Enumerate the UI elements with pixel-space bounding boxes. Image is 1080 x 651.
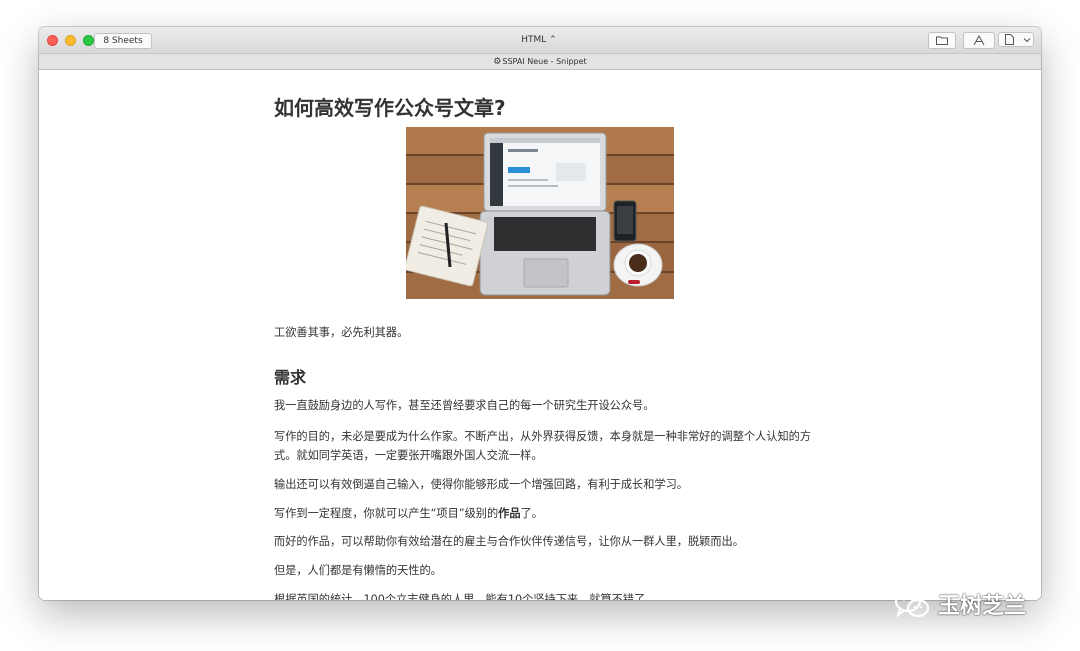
paragraph: 输出还可以有效倒逼自己输入，使得你能够形成一个增强回路，有利于成长和学习。 xyxy=(274,478,688,491)
bold-text: 作品 xyxy=(498,507,521,520)
folder-icon xyxy=(936,36,948,45)
paragraph-text: 写作到一定程度，你就可以产生“项目”级别的 xyxy=(274,507,499,520)
section-heading: 需求 xyxy=(274,368,307,387)
document-button[interactable] xyxy=(998,32,1034,47)
watermark-text: 玉树芝兰 xyxy=(938,594,1027,619)
article-intro: 工欲善其事，必先利其器。 xyxy=(274,326,409,339)
paragraph: 而好的作品，可以帮助你有效给潜在的雇主与合作伙伴传递信号，让你从一群人里，脱颖而… xyxy=(274,535,744,548)
sheets-button[interactable]: 8 Sheets xyxy=(94,33,152,49)
article-title: 如何高效写作公众号文章? xyxy=(274,96,506,120)
wechat-icon xyxy=(894,589,930,618)
paragraph: 写作的目的，未必是要成为什么作家。不断产出，从外界获得反馈，本身就是一种非常好的… xyxy=(274,430,812,443)
minimize-window-button[interactable] xyxy=(65,35,76,46)
folder-button[interactable] xyxy=(928,32,956,49)
chevron-down-icon[interactable] xyxy=(1023,37,1031,43)
document-subtitle-bar: ⚙SSPAI Neue - Snippet xyxy=(39,53,1041,70)
export-format-selector[interactable]: HTML ⌃ xyxy=(499,33,579,47)
document-icon xyxy=(1005,34,1014,45)
gear-icon: ⚙ xyxy=(493,57,502,67)
paragraph-text: 了。 xyxy=(520,507,543,520)
font-icon xyxy=(973,35,985,46)
document-name: SSPAI Neue - Snippet xyxy=(502,57,587,66)
app-window: 8 Sheets HTML ⌃ ⚙SSPAI Neue - Snippet 如何… xyxy=(39,27,1041,600)
zoom-window-button[interactable] xyxy=(83,35,94,46)
paragraph: 根据英国的统计，100个立志健身的人里，能有10个坚持下来，就算不错了。 xyxy=(274,593,657,600)
paragraph: 但是，人们都是有懒惰的天性的。 xyxy=(274,564,442,577)
paragraph: 我一直鼓励身边的人写作，甚至还曾经要求自己的每一个研究生开设公众号。 xyxy=(274,399,655,412)
title-bar: 8 Sheets HTML ⌃ xyxy=(39,27,1041,53)
desk-laptop-illustration xyxy=(406,127,674,299)
paragraph: 写作到一定程度，你就可以产生“项目”级别的作品了。 xyxy=(274,504,543,523)
paragraph: 式。就如同学英语，一定要张开嘴跟外国人交流一样。 xyxy=(274,449,543,462)
close-window-button[interactable] xyxy=(47,35,58,46)
preview-pane[interactable]: 如何高效写作公众号文章? 工欲善其事，必先利其器。 需求 我一直鼓励身边的人写作… xyxy=(39,70,1041,600)
watermark: 玉树芝兰 xyxy=(894,588,1026,620)
traffic-lights xyxy=(47,35,94,46)
font-button[interactable] xyxy=(963,32,995,49)
hero-image xyxy=(406,127,674,299)
